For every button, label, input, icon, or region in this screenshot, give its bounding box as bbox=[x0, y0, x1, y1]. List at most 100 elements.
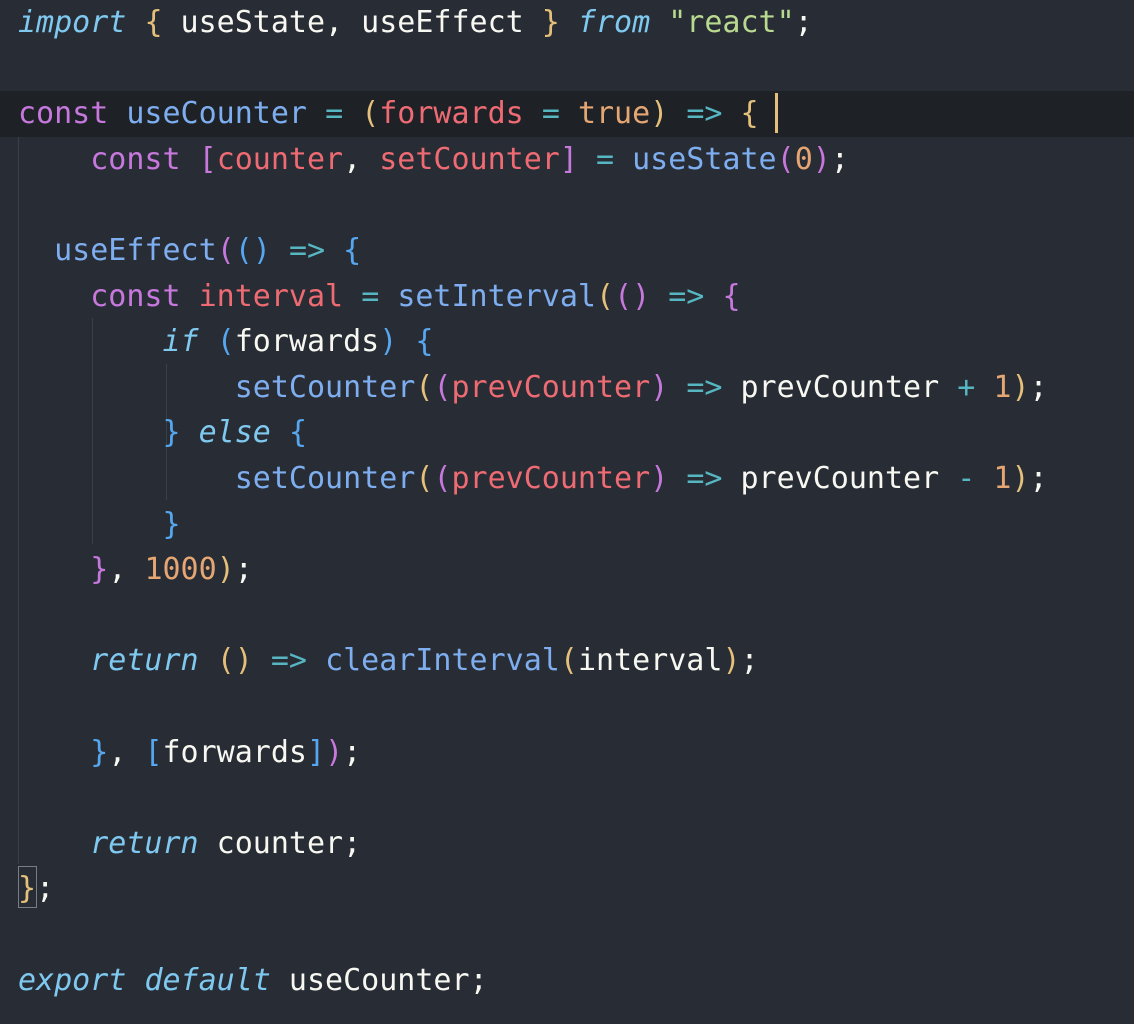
code-line[interactable]: }, 1000); bbox=[0, 547, 1134, 593]
code-line[interactable] bbox=[0, 46, 1134, 92]
code-token: { bbox=[144, 5, 163, 40]
code-token: ) bbox=[650, 369, 669, 405]
code-token: [ bbox=[144, 734, 163, 770]
code-token: prevCounter bbox=[451, 369, 651, 405]
code-token: => bbox=[288, 233, 326, 268]
code-line[interactable]: }, [forwards]); bbox=[0, 730, 1134, 776]
code-token: setCounter bbox=[379, 141, 560, 177]
code-token: = bbox=[541, 96, 560, 132]
code-token: { bbox=[288, 415, 307, 451]
code-line[interactable]: setCounter((prevCounter) => prevCounter … bbox=[0, 365, 1134, 411]
code-token: default bbox=[144, 962, 271, 998]
code-token: return bbox=[90, 643, 199, 679]
code-token: if bbox=[162, 324, 199, 360]
code-token: prevCounter bbox=[722, 369, 958, 405]
code-token: => bbox=[686, 369, 723, 405]
code-token: ) bbox=[812, 141, 831, 177]
code-token: } bbox=[90, 734, 109, 770]
code-token: ( bbox=[596, 278, 615, 314]
code-token: ; bbox=[830, 141, 849, 177]
code-token: { bbox=[740, 96, 759, 132]
code-editor[interactable]: import { useState, useEffect } from "rea… bbox=[0, 0, 1134, 1024]
code-token: ; bbox=[469, 962, 488, 998]
code-line[interactable]: useEffect(() => { bbox=[0, 228, 1134, 274]
code-token: ) bbox=[632, 278, 651, 314]
code-token: ( bbox=[361, 96, 380, 132]
code-line[interactable]: } else { bbox=[0, 410, 1134, 456]
code-token: 1000 bbox=[144, 552, 217, 588]
code-line[interactable]: const interval = setInterval(() => { bbox=[0, 274, 1134, 320]
code-token: "react" bbox=[668, 5, 795, 40]
code-token: } bbox=[90, 552, 109, 588]
code-token: ( bbox=[614, 278, 633, 314]
code-token: const bbox=[90, 141, 181, 177]
code-token: counter bbox=[198, 825, 344, 861]
code-token: ) bbox=[722, 643, 741, 679]
code-token: ; bbox=[343, 825, 362, 861]
code-token: 1 bbox=[993, 461, 1012, 496]
code-line[interactable] bbox=[0, 912, 1134, 958]
code-token: setCounter bbox=[234, 369, 416, 405]
code-token: ( bbox=[216, 643, 235, 679]
code-token: , bbox=[343, 141, 380, 177]
code-line[interactable]: return counter; bbox=[0, 821, 1134, 867]
code-line[interactable]: import { useState, useEffect } from "rea… bbox=[0, 0, 1134, 46]
code-line[interactable]: export default useCounter; bbox=[0, 958, 1134, 1004]
code-line[interactable]: return () => clearInterval(interval); bbox=[0, 638, 1134, 684]
code-token: return bbox=[90, 825, 199, 861]
code-token: ) bbox=[1011, 369, 1030, 405]
code-line[interactable]: }; bbox=[0, 866, 1134, 912]
code-token: ] bbox=[559, 141, 578, 177]
code-token: ( bbox=[415, 461, 434, 496]
code-token: clearInterval bbox=[325, 643, 560, 679]
code-line[interactable] bbox=[0, 182, 1134, 228]
code-token: ; bbox=[1029, 461, 1048, 496]
code-line[interactable] bbox=[0, 593, 1134, 639]
code-token: ; bbox=[794, 5, 813, 40]
code-token: ( bbox=[234, 233, 253, 268]
code-token: true bbox=[577, 96, 651, 132]
code-line[interactable]: const useCounter = (forwards = true) => … bbox=[0, 91, 1134, 138]
code-line[interactable] bbox=[0, 684, 1134, 730]
code-token: ( bbox=[216, 324, 235, 360]
code-line[interactable]: } bbox=[0, 502, 1134, 548]
code-token: interval bbox=[198, 278, 344, 314]
code-line[interactable] bbox=[0, 775, 1134, 821]
code-token: ( bbox=[216, 233, 235, 268]
code-token: counter bbox=[216, 141, 344, 177]
code-token: ; bbox=[740, 643, 759, 679]
code-token: { bbox=[343, 233, 362, 268]
code-line[interactable]: setCounter((prevCounter) => prevCounter … bbox=[0, 456, 1134, 502]
code-line[interactable]: if (forwards) { bbox=[0, 319, 1134, 365]
code-token: from bbox=[577, 5, 651, 40]
code-token: useEffect bbox=[54, 233, 217, 268]
code-line[interactable]: const [counter, setCounter] = useState(0… bbox=[0, 137, 1134, 183]
code-token: } bbox=[162, 506, 181, 542]
